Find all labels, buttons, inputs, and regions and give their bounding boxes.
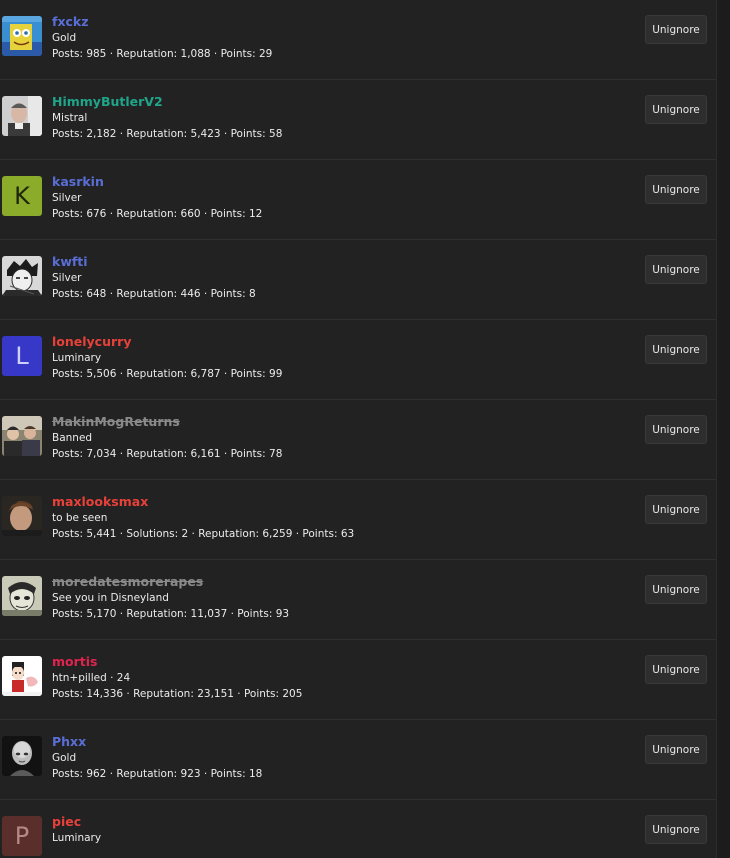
username[interactable]: kwfti xyxy=(52,253,256,271)
avatar[interactable]: P xyxy=(2,816,42,856)
user-stats: Posts: 2,182 · Reputation: 5,423 · Point… xyxy=(52,128,283,140)
user-stats: Posts: 962 · Reputation: 923 · Points: 1… xyxy=(52,768,263,780)
username[interactable]: maxlooksmax xyxy=(52,493,354,511)
user-stats: Posts: 5,506 · Reputation: 6,787 · Point… xyxy=(52,368,283,380)
unignore-button[interactable]: Unignore xyxy=(645,815,707,844)
user-info: kasrkin Silver Posts: 676 · Reputation: … xyxy=(52,173,262,222)
user-info: piec Luminary xyxy=(52,813,101,846)
user-title: See you in Disneyland xyxy=(52,592,169,604)
username[interactable]: lonelycurry xyxy=(52,333,282,351)
list-item-9: Phxx Gold Posts: 962 · Reputation: 923 ·… xyxy=(0,720,716,800)
unignore-button[interactable]: Unignore xyxy=(645,255,707,284)
list-item-4: L lonelycurry Luminary Posts: 5,506 · Re… xyxy=(0,320,716,400)
unignore-button[interactable]: Unignore xyxy=(645,335,707,364)
unignore-button[interactable]: Unignore xyxy=(645,495,707,524)
user-stats: Posts: 5,170 · Reputation: 11,037 · Poin… xyxy=(52,608,290,620)
list-item-8: mortis htn+pilled · 24 Posts: 14,336 · R… xyxy=(0,640,716,720)
sketch-avatar[interactable] xyxy=(2,576,42,616)
user-stats: Posts: 5,441 · Solutions: 2 · Reputation… xyxy=(52,528,355,540)
cartoon-avatar[interactable] xyxy=(2,656,42,696)
username[interactable]: MakinMogReturns xyxy=(52,413,282,431)
avatar-letter: K xyxy=(14,182,30,210)
unignore-button[interactable]: Unignore xyxy=(645,15,707,44)
unignore-button[interactable]: Unignore xyxy=(645,175,707,204)
user-stats: Posts: 985 · Reputation: 1,088 · Points:… xyxy=(52,48,273,60)
user-info: Phxx Gold Posts: 962 · Reputation: 923 ·… xyxy=(52,733,262,782)
list-item-5: MakinMogReturns Banned Posts: 7,034 · Re… xyxy=(0,400,716,480)
avatar-letter: P xyxy=(14,822,30,850)
username[interactable]: Phxx xyxy=(52,733,262,751)
user-info: kwfti Silver Posts: 648 · Reputation: 44… xyxy=(52,253,256,302)
list-item-3: kwfti Silver Posts: 648 · Reputation: 44… xyxy=(0,240,716,320)
user-info: moredatesmorerapes See you in Disneyland… xyxy=(52,573,289,622)
list-item-0: fxckz Gold Posts: 985 · Reputation: 1,08… xyxy=(0,0,716,80)
user-stats: Posts: 7,034 · Reputation: 6,161 · Point… xyxy=(52,448,283,460)
username[interactable]: HimmyButlerV2 xyxy=(52,93,282,111)
list-item-6: maxlooksmax to be seen Posts: 5,441 · So… xyxy=(0,480,716,560)
avatar[interactable]: L xyxy=(2,336,42,376)
unignore-button[interactable]: Unignore xyxy=(645,95,707,124)
unignore-button[interactable]: Unignore xyxy=(645,735,707,764)
avatar[interactable]: K xyxy=(2,176,42,216)
user-title: Silver xyxy=(52,272,82,284)
unignore-button[interactable]: Unignore xyxy=(645,655,707,684)
selfie-avatar[interactable] xyxy=(2,496,42,536)
username[interactable]: moredatesmorerapes xyxy=(52,573,289,591)
user-info: fxckz Gold Posts: 985 · Reputation: 1,08… xyxy=(52,13,272,62)
user-title: htn+pilled · 24 xyxy=(52,672,131,684)
user-title: Gold xyxy=(52,32,77,44)
unignore-button[interactable]: Unignore xyxy=(645,415,707,444)
username[interactable]: kasrkin xyxy=(52,173,262,191)
unignore-button[interactable]: Unignore xyxy=(645,575,707,604)
user-info: mortis htn+pilled · 24 Posts: 14,336 · R… xyxy=(52,653,302,702)
user-title: Luminary xyxy=(52,832,102,844)
user-title: Mistral xyxy=(52,112,88,124)
user-title: Luminary xyxy=(52,352,102,364)
manga-avatar[interactable] xyxy=(2,256,42,296)
user-info: lonelycurry Luminary Posts: 5,506 · Repu… xyxy=(52,333,282,382)
user-info: HimmyButlerV2 Mistral Posts: 2,182 · Rep… xyxy=(52,93,282,142)
list-item-7: moredatesmorerapes See you in Disneyland… xyxy=(0,560,716,640)
group-photo-avatar[interactable] xyxy=(2,416,42,456)
spongebob-avatar[interactable] xyxy=(2,16,42,56)
list-item-1: HimmyButlerV2 Mistral Posts: 2,182 · Rep… xyxy=(0,80,716,160)
ignored-users-list: fxckz Gold Posts: 985 · Reputation: 1,08… xyxy=(0,0,717,858)
list-item-2: K kasrkin Silver Posts: 676 · Reputation… xyxy=(0,160,716,240)
user-info: maxlooksmax to be seen Posts: 5,441 · So… xyxy=(52,493,354,542)
user-stats: Posts: 14,336 · Reputation: 23,151 · Poi… xyxy=(52,688,303,700)
user-title: Banned xyxy=(52,432,93,444)
user-stats: Posts: 676 · Reputation: 660 · Points: 1… xyxy=(52,208,263,220)
user-stats: Posts: 648 · Reputation: 446 · Points: 8 xyxy=(52,288,256,300)
list-item-10: P piec Luminary Unignore xyxy=(0,800,716,858)
username[interactable]: mortis xyxy=(52,653,302,671)
user-title: Silver xyxy=(52,192,82,204)
avatar-letter: L xyxy=(15,342,29,370)
user-info: MakinMogReturns Banned Posts: 7,034 · Re… xyxy=(52,413,282,462)
user-title: Gold xyxy=(52,752,77,764)
photo-avatar[interactable] xyxy=(2,96,42,136)
username[interactable]: fxckz xyxy=(52,13,272,31)
user-title: to be seen xyxy=(52,512,108,524)
bald-man-avatar[interactable] xyxy=(2,736,42,776)
username[interactable]: piec xyxy=(52,813,101,831)
